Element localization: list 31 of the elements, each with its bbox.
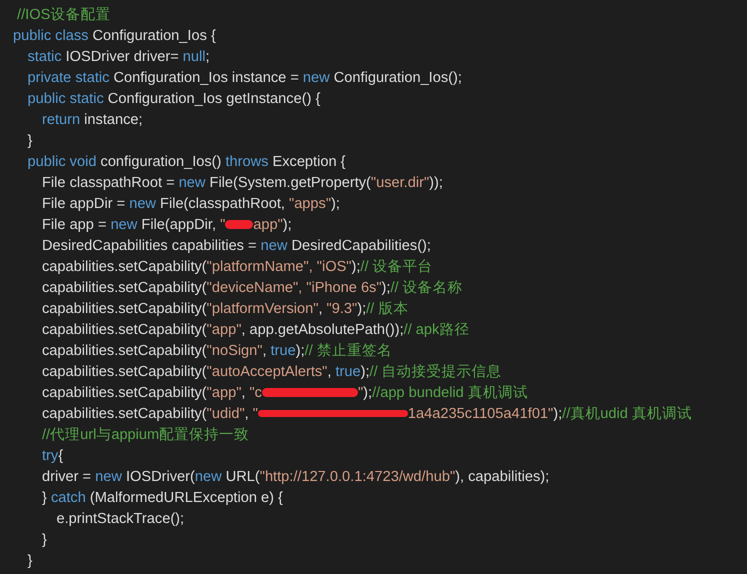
code-line: try{ bbox=[41, 448, 64, 464]
code-line: ");//app bundelid 真机调试 bbox=[358, 384, 528, 402]
code-line: File appDir = new File(classpathRoot, "apps"); bbox=[41, 196, 340, 212]
code-line: capabilities.setCapability("platformName", "iOS");// 设备平台 bbox=[41, 258, 433, 276]
code-line: public static Configuration_Ios getInstance() { bbox=[26, 90, 320, 106]
code-line: static IOSDriver driver= null; bbox=[26, 48, 210, 64]
code-line: return instance; bbox=[41, 112, 143, 128]
code-line: driver = new IOSDriver(new URL("http://127.0.0.1:4723/wd/hub"), capabilities); bbox=[41, 468, 550, 484]
code-line: capabilities.setCapability("autoAcceptAlerts", true);// 自动接受提示信息 bbox=[41, 363, 502, 381]
code-line: //代理url与appium配置保持一致 bbox=[41, 426, 250, 444]
code-line: } catch (MalformedURLException e) { bbox=[41, 490, 283, 506]
redaction-mark bbox=[225, 220, 254, 229]
code-line: capabilities.setCapability("app", "c bbox=[41, 384, 262, 400]
code-line: DesiredCapabilities capabilities = new DesiredCapabilities(); bbox=[41, 238, 431, 254]
code-line: File classpathRoot = new File(System.getProperty("user.dir")); bbox=[41, 174, 443, 190]
code-line: File app = new File(appDir, " bbox=[41, 216, 226, 232]
code-line: capabilities.setCapability("udid", " bbox=[41, 406, 258, 422]
code-line: } bbox=[41, 532, 47, 548]
code-line: capabilities.setCapability("platformVersion", "9.3");// 版本 bbox=[41, 300, 408, 318]
code-line: app"); bbox=[253, 216, 292, 232]
code-line: //IOS设备配置 bbox=[16, 6, 110, 24]
code-line: capabilities.setCapability("noSign", true);// 禁止重签名 bbox=[41, 342, 392, 360]
code-line: } bbox=[26, 552, 32, 568]
code-line: public void configuration_Ios() throws Exception { bbox=[26, 154, 346, 170]
code-line: capabilities.setCapability("app", app.getAbsolutePath());// apk路径 bbox=[41, 321, 470, 339]
code-line: e.printStackTrace(); bbox=[56, 510, 184, 526]
code-line: private static Configuration_Ios instance = new Configuration_Ios(); bbox=[26, 70, 462, 86]
code-line: 1a4a235c1105a41f01");//真机udid 真机调试 bbox=[408, 405, 692, 423]
code-line: } bbox=[26, 132, 32, 148]
code-line: public class Configuration_Ios { bbox=[13, 28, 216, 44]
code-line: capabilities.setCapability("deviceName", "iPhone 6s");// 设备名称 bbox=[41, 279, 463, 297]
